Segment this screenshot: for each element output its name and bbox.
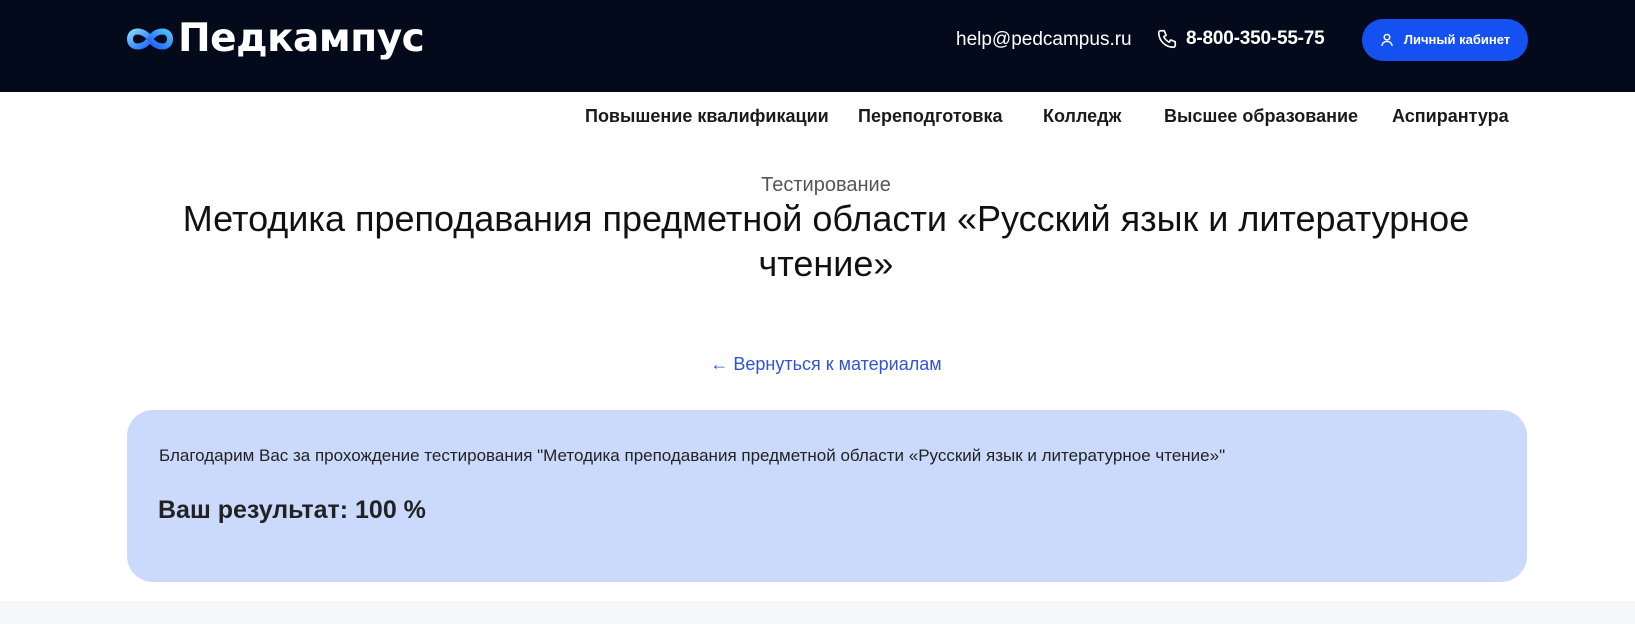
infinity-logo-icon bbox=[126, 28, 174, 50]
nav-item-higher-education[interactable]: Высшее образование bbox=[1164, 104, 1358, 128]
page-title: Методика преподавания предметной области… bbox=[182, 198, 1470, 284]
page-subtitle: Тестирование bbox=[761, 174, 891, 196]
logo-text: Педкампус bbox=[178, 16, 425, 61]
phone-number: 8-800-350-55-75 bbox=[1186, 28, 1325, 49]
nav-item-retraining[interactable]: Переподготовка bbox=[858, 104, 1002, 128]
footer-strip bbox=[0, 601, 1635, 624]
main-nav: Повышение квалификации Переподготовка Ко… bbox=[0, 104, 1635, 128]
user-icon bbox=[1380, 33, 1393, 47]
personal-cabinet-button[interactable]: Личный кабинет bbox=[1362, 19, 1528, 61]
nav-item-qualification[interactable]: Повышение квалификации bbox=[585, 104, 829, 128]
nav-item-postgraduate[interactable]: Аспирантура bbox=[1392, 104, 1509, 128]
email-link[interactable]: help@pedcampus.ru bbox=[956, 28, 1132, 52]
phone-link[interactable]: 8-800-350-55-75 bbox=[1156, 27, 1325, 51]
result-score: Ваш результат: 100 % bbox=[158, 496, 426, 524]
result-card: Благодарим Вас за прохождение тестирован… bbox=[127, 410, 1527, 582]
nav-item-college[interactable]: Колледж bbox=[1043, 104, 1121, 128]
back-to-materials-link[interactable]: ← Вернуться к материалам bbox=[0, 352, 1635, 376]
result-thanks-text: Благодарим Вас за прохождение тестирован… bbox=[159, 446, 1226, 465]
personal-cabinet-label: Личный кабинет bbox=[1403, 32, 1511, 47]
top-header: Педкампус help@pedcampus.ru 8-800-350-55… bbox=[0, 0, 1635, 92]
phone-icon bbox=[1157, 29, 1177, 49]
logo[interactable]: Педкампус bbox=[126, 16, 425, 61]
